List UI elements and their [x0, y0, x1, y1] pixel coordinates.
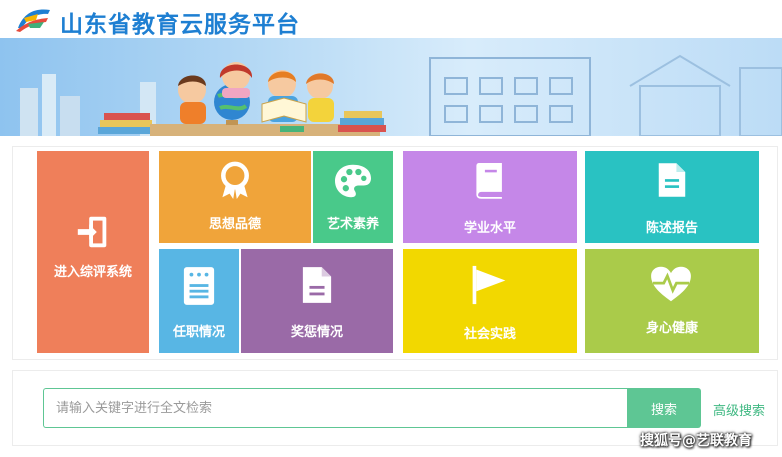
search-button[interactable]: 搜索 [627, 388, 701, 428]
tile-academic-label: 学业水平 [463, 221, 516, 236]
tile-reward-label: 奖惩情况 [290, 325, 343, 340]
tile-moral[interactable]: 思想品德 [159, 151, 311, 243]
banner-children-illustration [20, 54, 782, 136]
watermark-text: 搜狐号@艺联教育 [640, 433, 752, 449]
document-icon [658, 163, 686, 197]
palette-icon [335, 164, 371, 198]
tile-moral-label: 思想品德 [208, 217, 261, 232]
id-card-icon [183, 267, 215, 305]
tile-enter-system-label: 进入综评系统 [53, 265, 132, 280]
advanced-search-link[interactable]: 高级搜索 [713, 400, 765, 419]
tile-art-label: 艺术素养 [326, 217, 379, 232]
tile-social-label: 社会实践 [463, 327, 516, 342]
banner-illustration [0, 38, 782, 136]
fulltext-search-input[interactable] [43, 388, 629, 428]
site-title: 山东省教育云服务平台 [60, 12, 300, 38]
tile-health-label: 身心健康 [645, 321, 698, 336]
award-ribbon-icon [221, 161, 249, 199]
tile-academic[interactable]: 学业水平 [403, 151, 577, 243]
flag-icon [472, 265, 506, 305]
file-icon [302, 267, 332, 303]
tile-social[interactable]: 社会实践 [403, 249, 577, 353]
site-header: 山东省教育云服务平台 [0, 0, 782, 38]
evaluation-tiles-panel: 进入综评系统 思想品德 艺术素养 学业水平 陈述报告 任职情况 奖惩情况 社会实… [12, 146, 778, 360]
enter-door-icon [77, 216, 107, 248]
tile-duty-label: 任职情况 [172, 325, 225, 340]
platform-logo-icon [16, 9, 50, 32]
tile-art[interactable]: 艺术素养 [313, 151, 393, 243]
tile-reward[interactable]: 奖惩情况 [241, 249, 393, 353]
tile-report-label: 陈述报告 [645, 221, 698, 236]
tile-enter-system[interactable]: 进入综评系统 [37, 151, 149, 353]
tile-duty[interactable]: 任职情况 [159, 249, 239, 353]
book-icon [476, 163, 502, 199]
tile-health[interactable]: 身心健康 [585, 249, 759, 353]
heart-pulse-icon [651, 266, 691, 302]
tile-report[interactable]: 陈述报告 [585, 151, 759, 243]
